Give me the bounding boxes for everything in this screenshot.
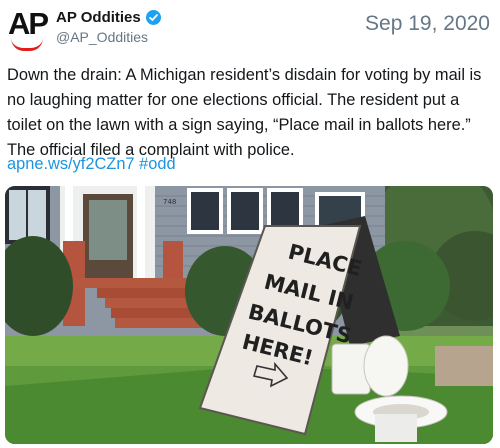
tweet-card[interactable]: AP AP Oddities @AP_Oddities Sep 19, 2020… [0, 0, 500, 448]
house-number: 748 [163, 198, 176, 206]
ap-logo-swoosh [11, 38, 43, 51]
tweet-header: AP AP Oddities @AP_Oddities Sep 19, 2020 [0, 0, 500, 58]
tweet-links: apne.ws/yf2CZn7 #odd [7, 155, 176, 174]
ap-logo: AP [8, 6, 49, 41]
avatar[interactable]: AP [8, 6, 49, 51]
verified-badge-icon [145, 10, 161, 25]
tweet-date[interactable]: Sep 19, 2020 [365, 12, 490, 36]
display-name[interactable]: AP Oddities [56, 9, 141, 26]
tweet-photo[interactable]: PLACE MAIL IN BALLOTS HERE! 748 [5, 186, 493, 444]
handle[interactable]: @AP_Oddities [56, 29, 148, 45]
tweet-link[interactable]: apne.ws/yf2CZn7 [7, 155, 135, 173]
tweet-text: Down the drain: A Michigan resident’s di… [7, 63, 495, 163]
hashtag-link[interactable]: #odd [139, 155, 175, 173]
tweet-body: Down the drain: A Michigan resident’s di… [7, 66, 482, 159]
name-row: AP Oddities [56, 9, 161, 26]
